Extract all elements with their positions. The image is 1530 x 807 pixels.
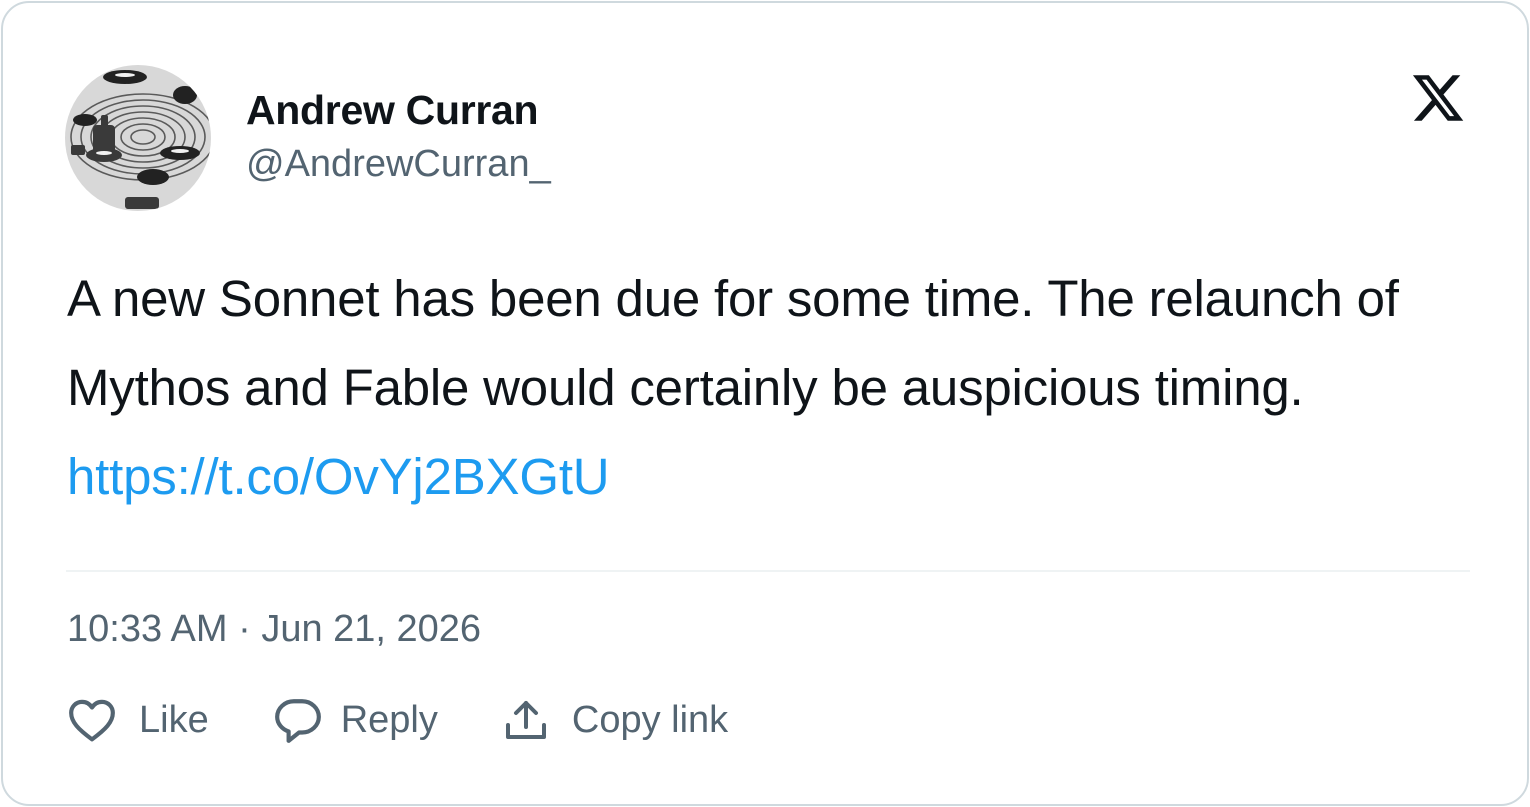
- tweet-body: A new Sonnet has been due for some time.…: [67, 270, 1399, 416]
- copy-link-label: Copy link: [571, 698, 729, 741]
- tweet-card: Andrew Curran @AndrewCurran_ A new Sonne…: [1, 1, 1529, 806]
- share-upload-icon: [504, 697, 548, 743]
- reply-label: Reply: [340, 698, 438, 741]
- tweet-link[interactable]: https://t.co/OvYj2BXGtU: [67, 448, 610, 505]
- tweet-timestamp[interactable]: 10:33 AM · Jun 21, 2026: [67, 608, 481, 651]
- like-button[interactable]: Like: [67, 697, 209, 743]
- reply-button[interactable]: Reply: [273, 696, 438, 744]
- avatar-image: [65, 65, 211, 211]
- speech-bubble-icon: [273, 696, 323, 744]
- copy-link-button[interactable]: Copy link: [504, 697, 728, 743]
- tweet-text: A new Sonnet has been due for some time.…: [67, 254, 1467, 521]
- author-display-name[interactable]: Andrew Curran: [246, 87, 539, 134]
- author-handle[interactable]: @AndrewCurran_: [246, 143, 551, 186]
- avatar[interactable]: [65, 65, 211, 211]
- action-bar: Like Reply Copy link: [67, 693, 728, 747]
- heart-icon: [67, 697, 117, 743]
- x-logo-icon[interactable]: [1409, 70, 1467, 126]
- divider: [66, 570, 1470, 572]
- like-label: Like: [139, 698, 209, 741]
